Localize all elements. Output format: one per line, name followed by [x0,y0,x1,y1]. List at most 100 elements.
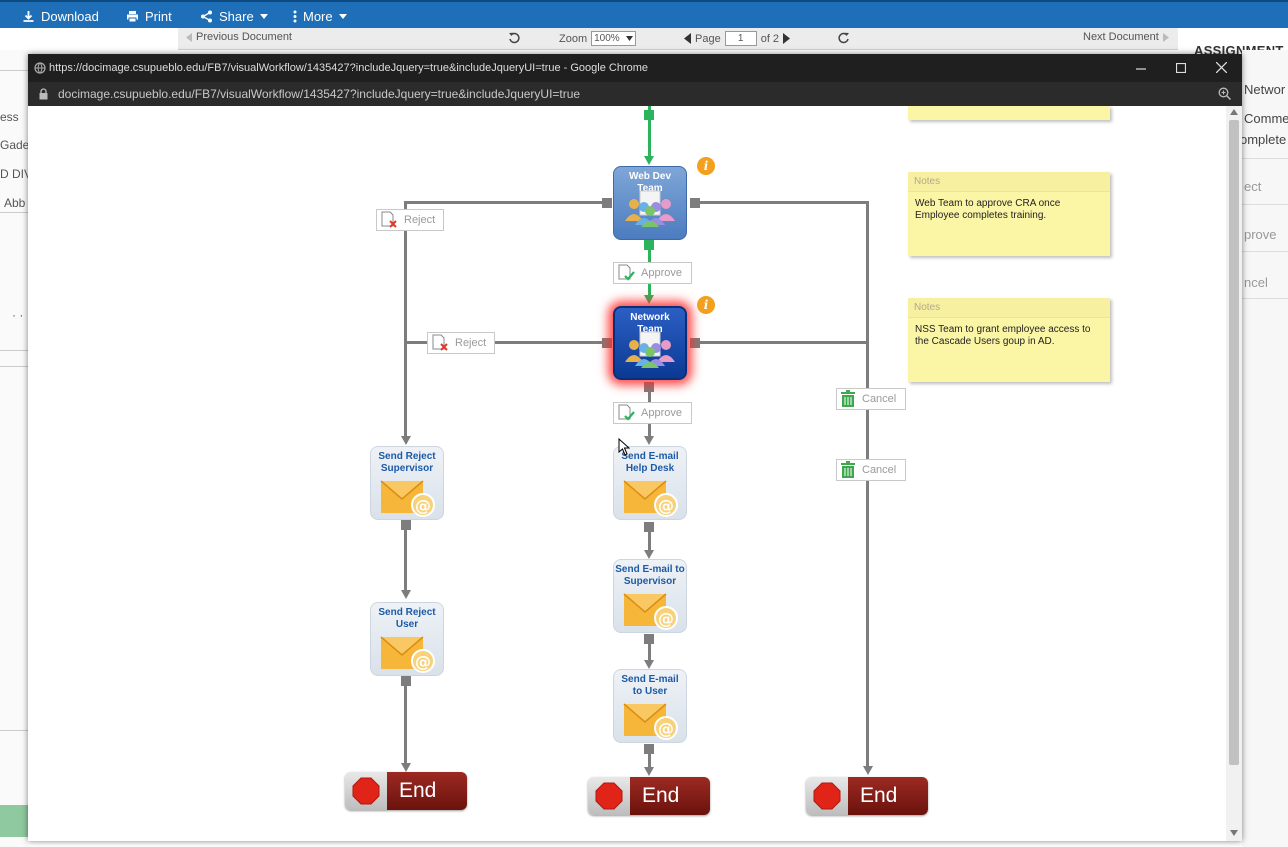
next-document-link[interactable]: Next Document [1083,31,1169,43]
left-item: Gade [0,138,30,152]
more-button[interactable]: More [293,6,347,26]
download-button[interactable]: Download [22,6,99,26]
left-item[interactable]: · · [12,308,23,322]
info-icon[interactable]: i [697,296,715,314]
scroll-thumb[interactable] [1229,120,1239,765]
action-label: Approve [641,267,682,279]
cancel-connector [698,201,868,204]
reject-option[interactable]: ect [1244,179,1261,194]
print-button[interactable]: Print [126,6,172,26]
share-button[interactable]: Share [200,6,268,26]
web-dev-team-node[interactable]: Web Dev Team [613,166,687,240]
chevron-down-icon [625,36,633,41]
sticky-note [908,106,1110,120]
team-icon [625,190,675,227]
action-label: Cancel [862,464,897,476]
scroll-down-icon[interactable] [1230,830,1238,836]
refresh-button[interactable] [837,31,850,44]
send-email-help-desk-node[interactable]: Send E-mail Help Desk @ [613,446,687,520]
zoom-icon[interactable] [1218,87,1231,100]
flow-connector [648,532,651,550]
rotate-button[interactable] [508,31,521,44]
end-node[interactable]: End [806,777,928,815]
connector-port [644,240,654,250]
send-email-supervisor-node[interactable]: Send E-mail to Supervisor @ [613,559,687,633]
approve-action-button[interactable]: Approve [613,262,692,284]
page-label: Page [695,32,721,45]
approve-option[interactable]: prove [1244,227,1277,242]
reject-action-button[interactable]: Reject [376,209,444,231]
trash-icon [841,390,855,407]
document-nav-bar: Previous Document Zoom 100% Page 1 of 2 … [178,28,1178,50]
page-control: Page 1 of 2 [684,31,791,46]
svg-text:@: @ [658,496,674,515]
end-node[interactable]: End [345,772,467,810]
end-node[interactable]: End [588,777,710,815]
zoom-value: 100% [594,33,620,44]
connector-port [644,744,654,754]
reject-connector [406,201,604,204]
divider [0,350,28,351]
reject-action-button[interactable]: Reject [427,332,495,354]
chevron-left-icon[interactable] [684,33,691,44]
share-label: Share [219,8,254,24]
flow-connector [404,686,407,764]
send-reject-supervisor-node[interactable]: Send Reject Supervisor @ [370,446,444,520]
connector-arrow [644,295,654,304]
scroll-up-icon[interactable] [1230,109,1238,115]
connector-arrow [644,550,654,559]
maximize-icon[interactable] [1176,63,1186,73]
info-icon[interactable]: i [697,157,715,175]
stop-icon [588,777,630,815]
cancel-option[interactable]: ncel [1244,275,1268,290]
connector-arrow [644,767,654,776]
zoom-select[interactable]: 100% [591,31,636,46]
cancel-action-button[interactable]: Cancel [836,388,906,410]
connector-port [644,634,654,644]
close-icon[interactable] [1216,62,1227,73]
envelope-icon: @ [623,480,678,517]
left-item[interactable]: Abb [4,196,25,210]
note-body: NSS Team to grant employee access to the… [915,324,1091,347]
page-total: of 2 [760,32,780,45]
action-label: Approve [641,407,682,419]
node-label: Send E-mail to Supervisor [615,564,685,587]
previous-document-link[interactable]: Previous Document [186,31,292,43]
flow-connector [648,754,651,768]
more-label: More [303,8,333,24]
left-item: ess [0,110,19,124]
doc-x-icon [432,334,448,351]
action-label: Reject [455,337,487,349]
cancel-action-button[interactable]: Cancel [836,459,906,481]
end-label: End [848,777,928,815]
connector-port [644,382,654,392]
connector-port [401,676,411,686]
connector-port [644,522,654,532]
minimize-icon[interactable] [1136,64,1146,74]
cancel-connector [866,201,869,766]
zoom-label: Zoom [559,32,588,45]
canvas-scrollbar[interactable] [1226,106,1242,841]
approve-action-button[interactable]: Approve [613,402,692,424]
chevron-left-icon [186,32,192,42]
note-header: Notes [908,172,1110,192]
right-background-panel: Networ Comme omplete ect prove ncel [1240,50,1288,847]
download-label: Download [41,8,99,24]
page-number-input[interactable]: 1 [724,31,757,46]
action-label: Cancel [862,393,897,405]
popup-address-bar[interactable]: docimage.csupueblo.edu/FB7/visualWorkflo… [28,82,1242,106]
trash-icon [841,461,855,478]
reject-connector [404,201,407,436]
chevron-down-icon [338,13,347,19]
send-email-user-node[interactable]: Send E-mail to User @ [613,669,687,743]
send-reject-user-node[interactable]: Send Reject User @ [370,602,444,676]
divider [0,212,28,213]
network-team-node[interactable]: Network Team [613,306,687,380]
chevron-right-icon[interactable] [783,33,791,44]
connector-port [401,520,411,530]
left-action-button[interactable] [0,805,28,837]
envelope-icon: @ [623,593,678,630]
node-label: Send Reject Supervisor [378,451,436,474]
left-background-panel: ess Gade D DIV Abb · · [0,50,32,847]
top-toolbar: Download Print Share More [0,0,1288,28]
